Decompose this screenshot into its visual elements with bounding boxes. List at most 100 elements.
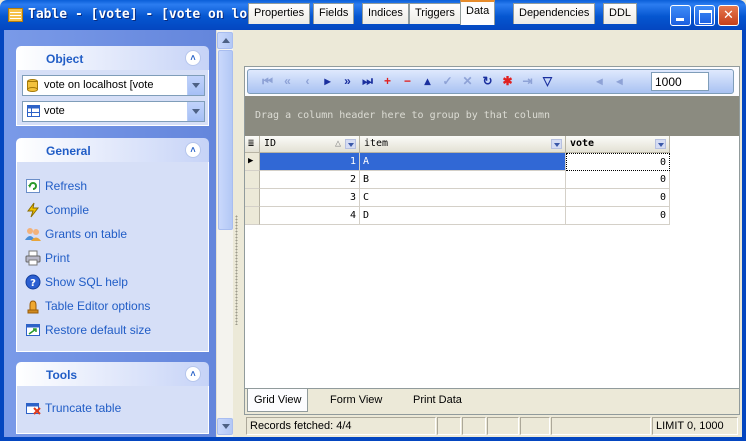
help-icon: ? bbox=[25, 274, 41, 290]
tab-dependencies[interactable]: Dependencies bbox=[513, 3, 596, 24]
post-edit-icon[interactable]: ✓ bbox=[440, 74, 455, 89]
column-header-id[interactable]: ID △ bbox=[260, 136, 360, 153]
database-icon bbox=[27, 79, 38, 92]
view-tabs: Grid View Form View Print Data bbox=[245, 388, 739, 414]
prev-limit-icon[interactable]: ◂ bbox=[592, 74, 607, 89]
chevron-down-icon[interactable] bbox=[655, 139, 666, 149]
delete-record-icon[interactable]: − bbox=[400, 74, 415, 89]
splitter-grip bbox=[235, 215, 238, 325]
restore-size-icon bbox=[25, 322, 41, 338]
status-panel bbox=[551, 417, 651, 435]
object-group-header[interactable]: Object ˄ bbox=[16, 46, 209, 70]
chevron-down-icon[interactable] bbox=[345, 139, 356, 149]
general-group: General ˄ Refresh Compile Grants on tabl… bbox=[16, 138, 209, 352]
restore-default-size-link[interactable]: Restore default size bbox=[25, 322, 151, 340]
close-icon: ✕ bbox=[723, 8, 734, 23]
scroll-up-icon[interactable] bbox=[217, 32, 233, 49]
tab-print-data[interactable]: Print Data bbox=[407, 389, 468, 412]
status-bar: Records fetched: 4/4 LIMIT 0, 1000 bbox=[244, 416, 740, 436]
limit-status: LIMIT 0, 1000 bbox=[652, 417, 738, 435]
filter-icon[interactable]: ▽ bbox=[540, 74, 555, 89]
left-pane-scrollbar[interactable] bbox=[216, 30, 233, 437]
cell-vote[interactable]: 0 bbox=[566, 189, 670, 207]
tools-group-title: Tools bbox=[46, 368, 78, 382]
tab-properties[interactable]: Properties bbox=[248, 3, 311, 24]
minimize-button[interactable] bbox=[670, 5, 691, 26]
left-navigation-pane: Object ˄ vote on localhost [vote vote Ge… bbox=[4, 30, 216, 437]
cell-id[interactable]: 4 bbox=[260, 207, 360, 225]
table-combo-value: vote bbox=[44, 105, 65, 117]
cell-item[interactable]: D bbox=[360, 207, 566, 225]
next-record-icon[interactable]: ▸ bbox=[320, 74, 335, 89]
close-button[interactable]: ✕ bbox=[718, 5, 739, 26]
tab-form-view[interactable]: Form View bbox=[324, 389, 388, 412]
cell-vote[interactable]: 0 bbox=[566, 153, 670, 171]
print-link[interactable]: Print bbox=[25, 250, 70, 268]
tab-fields[interactable]: Fields bbox=[313, 3, 355, 24]
records-fetched-status: Records fetched: 4/4 bbox=[246, 417, 436, 435]
tab-indices[interactable]: Indices bbox=[362, 3, 409, 24]
cell-vote[interactable]: 0 bbox=[566, 171, 670, 189]
chevron-down-icon[interactable] bbox=[187, 102, 204, 121]
insert-record-icon[interactable]: + bbox=[380, 74, 395, 89]
refresh-icon bbox=[25, 178, 41, 194]
tab-grid-view[interactable]: Grid View bbox=[247, 389, 309, 412]
last-record-icon[interactable]: ⏭ bbox=[360, 74, 375, 89]
grants-on-table-link[interactable]: Grants on table bbox=[25, 226, 127, 244]
cell-id[interactable]: 1 bbox=[260, 153, 360, 171]
status-panel bbox=[462, 417, 486, 435]
cell-item[interactable]: A bbox=[360, 153, 566, 171]
record-limit-input[interactable]: 1000 bbox=[651, 72, 709, 91]
chevron-down-icon[interactable] bbox=[187, 76, 204, 95]
tools-group-header[interactable]: Tools ˄ bbox=[16, 362, 209, 386]
collapse-chevron-icon[interactable]: ˄ bbox=[185, 50, 201, 66]
minimize-icon bbox=[671, 6, 690, 25]
column-header-vote[interactable]: vote bbox=[566, 136, 670, 153]
chevron-down-icon[interactable] bbox=[551, 139, 562, 149]
column-header-item[interactable]: item bbox=[360, 136, 566, 153]
general-group-header[interactable]: General ˄ bbox=[16, 138, 209, 162]
maximize-button[interactable] bbox=[694, 5, 715, 26]
compile-icon bbox=[25, 202, 41, 218]
cell-vote[interactable]: 0 bbox=[566, 207, 670, 225]
truncate-icon bbox=[25, 400, 41, 416]
scroll-down-icon[interactable] bbox=[217, 418, 233, 435]
table-editor-options-link[interactable]: Table Editor options bbox=[25, 298, 150, 316]
database-combo-value: vote on localhost [vote bbox=[44, 79, 154, 91]
bookmark-icon[interactable]: ✱ bbox=[500, 74, 515, 89]
current-row-indicator-icon: ▶ bbox=[245, 153, 260, 171]
object-group-title: Object bbox=[46, 52, 84, 66]
tab-ddl[interactable]: DDL bbox=[603, 3, 638, 24]
options-icon bbox=[25, 298, 41, 314]
truncate-table-link[interactable]: Truncate table bbox=[25, 400, 121, 418]
first-record-icon[interactable]: ⏮ bbox=[260, 74, 275, 89]
general-group-body: Refresh Compile Grants on table Print ? S… bbox=[16, 162, 209, 352]
tab-triggers[interactable]: Triggers bbox=[409, 3, 461, 24]
cancel-edit-icon[interactable]: ✕ bbox=[460, 74, 475, 89]
show-sql-help-link[interactable]: ? Show SQL help bbox=[25, 274, 128, 292]
cell-item[interactable]: C bbox=[360, 189, 566, 207]
cell-id[interactable]: 2 bbox=[260, 171, 360, 189]
database-combo[interactable]: vote on localhost [vote bbox=[22, 75, 205, 96]
table-combo[interactable]: vote bbox=[22, 101, 205, 122]
cell-id[interactable]: 3 bbox=[260, 189, 360, 207]
table-icon bbox=[27, 105, 40, 118]
grid-indicator-header[interactable]: ≣ bbox=[245, 136, 260, 153]
compile-link[interactable]: Compile bbox=[25, 202, 89, 220]
group-by-panel[interactable]: Drag a column header here to group by th… bbox=[245, 96, 739, 136]
refresh-link[interactable]: Refresh bbox=[25, 178, 87, 196]
prev-record-icon[interactable]: ‹ bbox=[300, 74, 315, 89]
scroll-thumb[interactable] bbox=[218, 50, 233, 230]
next-limit-icon[interactable]: ◂ bbox=[612, 74, 627, 89]
pane-splitter[interactable] bbox=[233, 30, 241, 437]
status-panel bbox=[520, 417, 550, 435]
goto-bookmark-icon[interactable]: ⇥ bbox=[520, 74, 535, 89]
collapse-chevron-icon[interactable]: ˄ bbox=[185, 142, 201, 158]
tab-data[interactable]: Data bbox=[460, 0, 496, 25]
prev-page-icon[interactable]: « bbox=[280, 74, 295, 89]
cell-item[interactable]: B bbox=[360, 171, 566, 189]
collapse-chevron-icon[interactable]: ˄ bbox=[185, 366, 201, 382]
next-page-icon[interactable]: » bbox=[340, 74, 355, 89]
refresh-data-icon[interactable]: ↻ bbox=[480, 74, 495, 89]
edit-record-icon[interactable]: ▴ bbox=[420, 74, 435, 89]
